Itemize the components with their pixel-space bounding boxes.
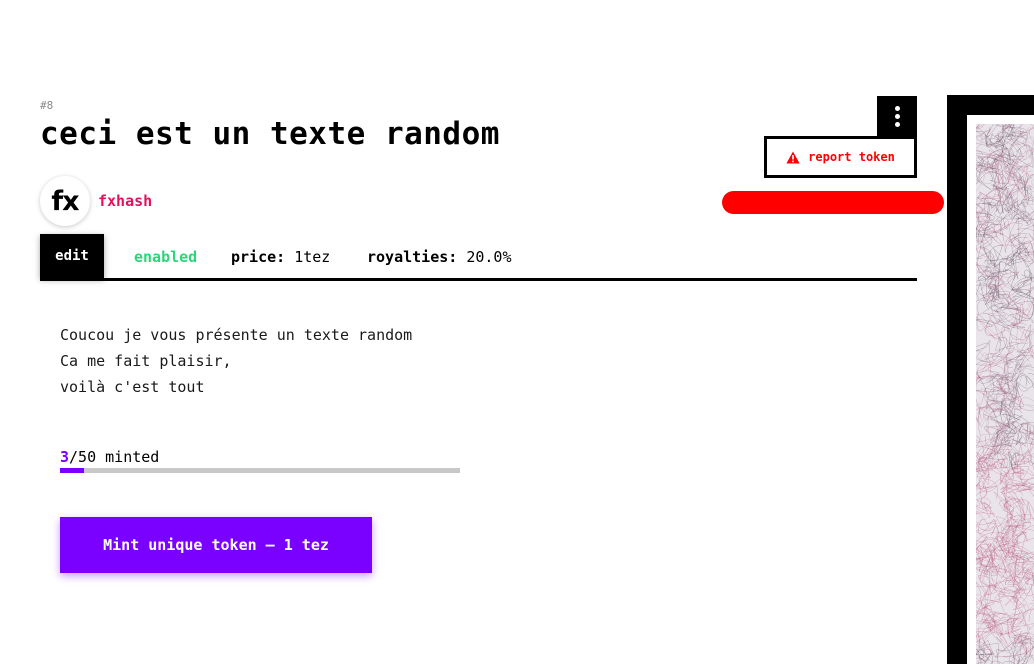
mint-button[interactable]: Mint unique token — 1 tez [60,517,372,573]
minted-count: 3 [60,448,70,466]
warning-triangle-icon [786,151,800,164]
minted-total: /50 minted [69,448,160,466]
price-value: 1tez [294,248,331,266]
description-line: Coucou je vous présente un texte random [60,326,413,344]
description-line: voilà c'est tout [60,378,205,396]
description: Coucou je vous présente un texte random … [60,322,412,400]
price: price: 1tez [231,248,330,266]
minted-progress-fill [60,468,84,473]
minted-progress-bar [60,468,460,473]
report-token-button[interactable]: report token [764,136,917,178]
artwork-frame [947,95,1034,664]
description-line: Ca me fait plaisir, [60,352,232,370]
price-key: price: [231,248,286,266]
token-number: #8 [40,99,54,112]
royalties: royalties: 20.0% [367,248,512,266]
author[interactable]: fx fxhash [40,176,152,226]
artwork-image[interactable] [976,124,1034,664]
author-name[interactable]: fxhash [98,192,152,210]
menu-button[interactable] [877,96,917,136]
avatar[interactable]: fx [40,176,90,226]
report-token-label: report token [808,150,895,164]
minted-counter: 3/50 minted [60,448,159,466]
details-row: edit enabled price: 1tez royalties: 20.0… [40,234,917,281]
token-title: ceci est un texte random [40,116,500,152]
royalties-value: 20.0% [466,248,512,266]
red-status-bar [722,191,944,214]
artwork-mat [967,115,1034,664]
royalties-key: royalties: [367,248,458,266]
status-enabled: enabled [134,248,198,266]
edit-button[interactable]: edit [40,234,104,278]
vertical-dots-icon [894,105,900,127]
